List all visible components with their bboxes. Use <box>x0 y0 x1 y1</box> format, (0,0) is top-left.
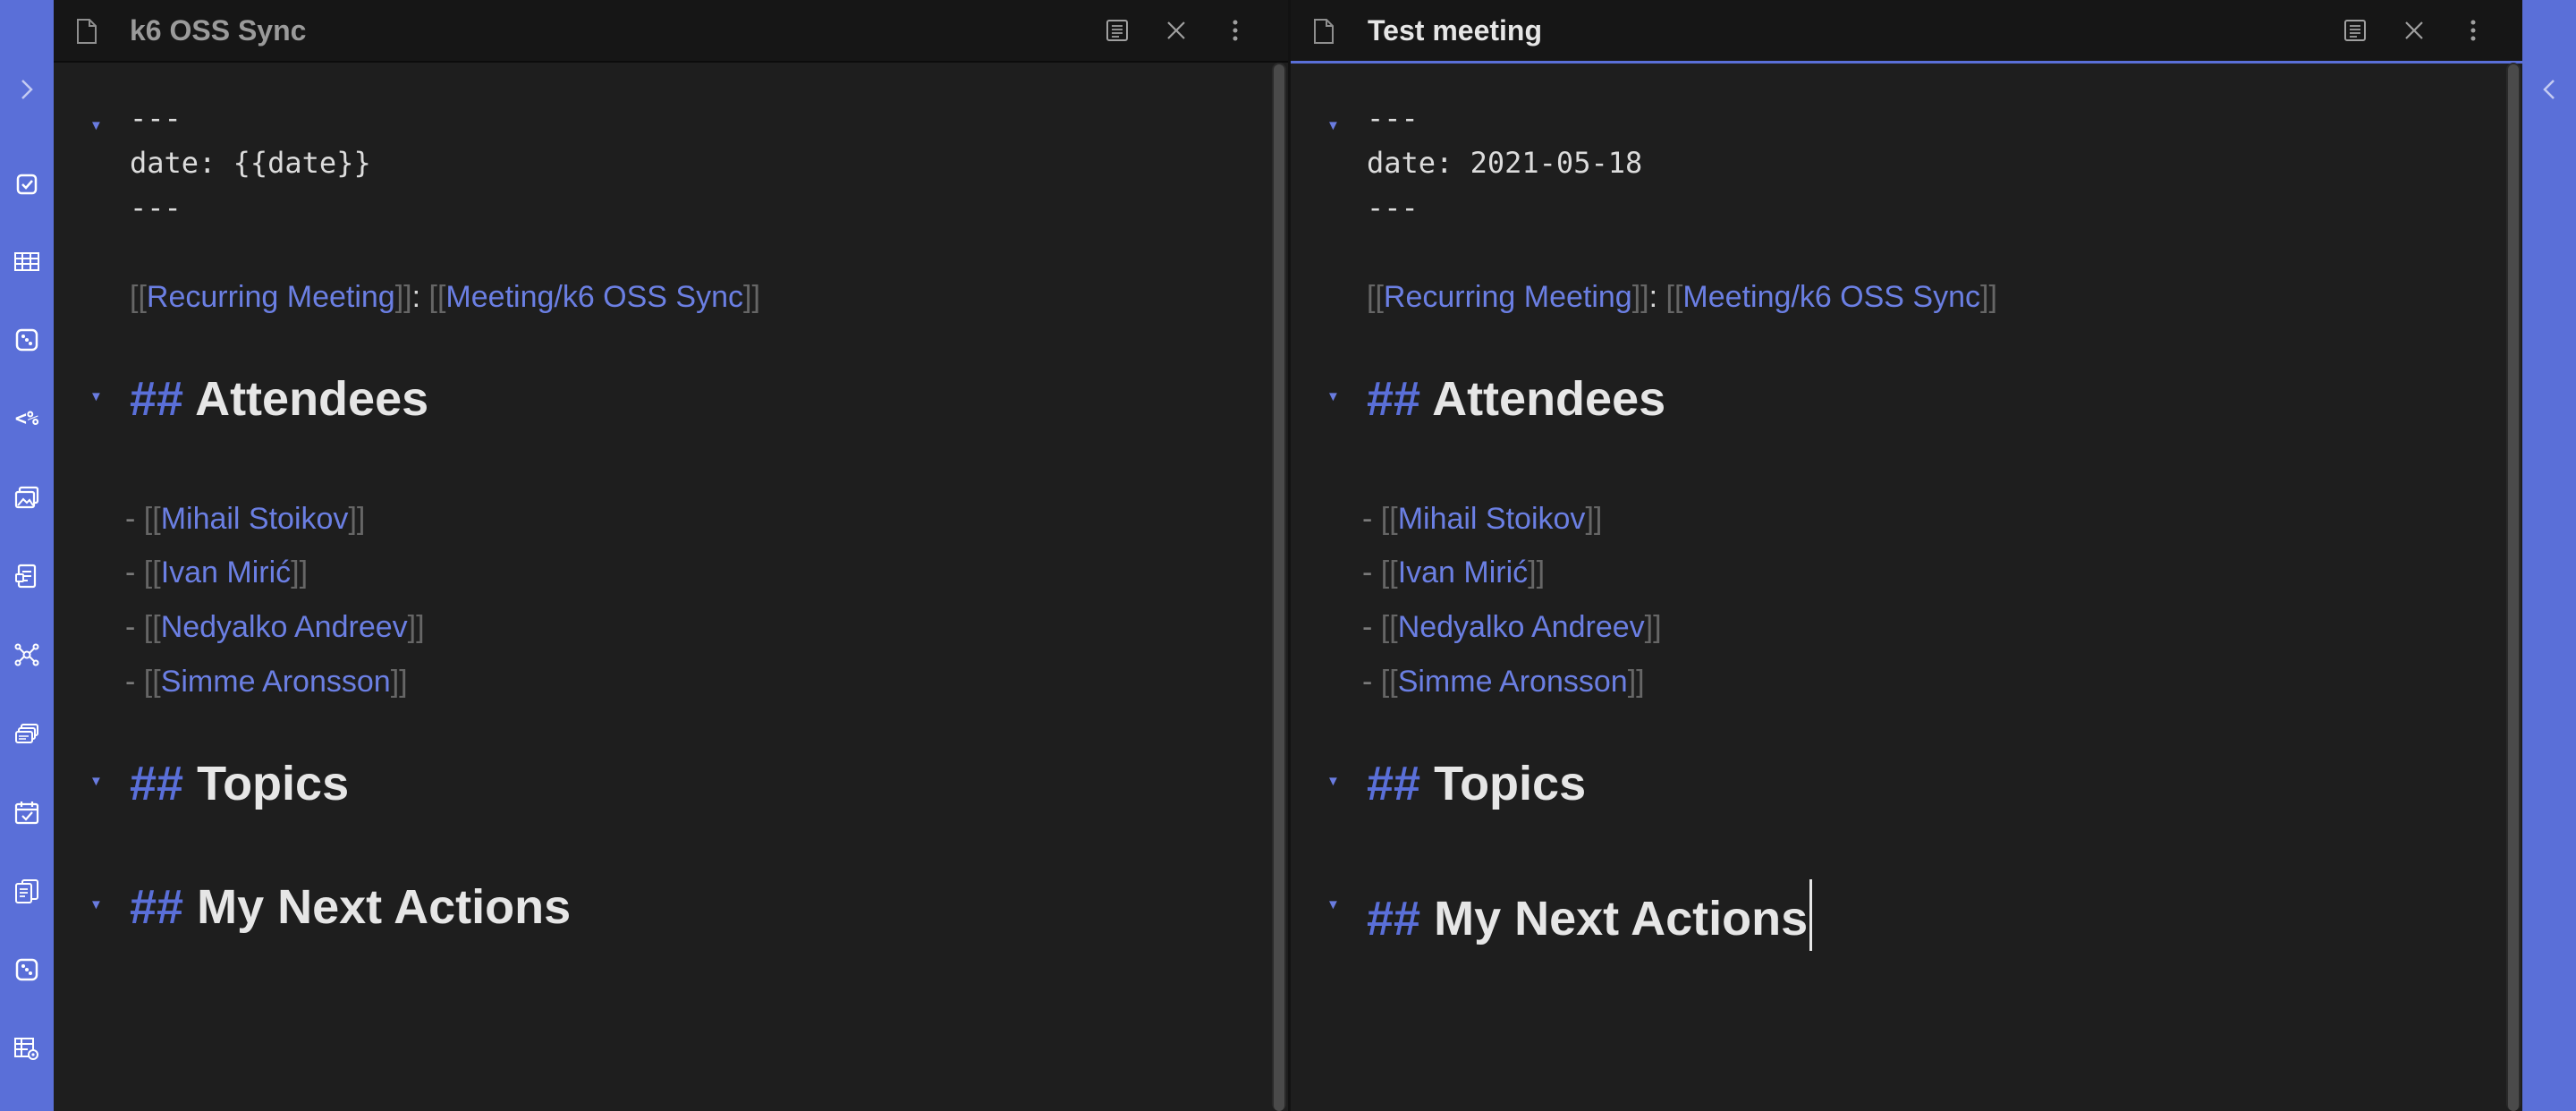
attendee-item: - [[Mihail Stoikov]] <box>1362 502 1603 536</box>
scrollbar-thumb[interactable] <box>1274 64 1284 1111</box>
close-icon[interactable] <box>1160 14 1192 47</box>
attendee-link[interactable]: Nedyalko Andreev <box>161 610 408 644</box>
editor-pane-right: Test meeting ▼ --- date: 2021-05-18 --- … <box>1291 0 2522 1111</box>
attendee-link[interactable]: Nedyalko Andreev <box>1398 610 1645 644</box>
frontmatter-open: --- <box>1367 101 1419 135</box>
fold-arrow-icon[interactable]: ▼ <box>89 897 103 912</box>
dice-icon[interactable] <box>11 954 43 986</box>
recurring-meeting-link[interactable]: Recurring Meeting <box>1384 280 1632 314</box>
attendee-item: - [[Simme Aronsson]] <box>125 665 408 699</box>
form-icon[interactable] <box>11 560 43 592</box>
attendee-link[interactable]: Simme Aronsson <box>1398 665 1628 699</box>
attendee-link[interactable]: Ivan Mirić <box>1398 556 1528 589</box>
chevron-right-icon[interactable] <box>0 63 54 116</box>
attendee-item: - [[Simme Aronsson]] <box>1362 665 1645 699</box>
next-actions-heading: ## My Next Actions <box>130 880 572 934</box>
attendees-heading: ## Attendees <box>1367 372 1666 426</box>
table-icon[interactable] <box>11 245 43 277</box>
attendee-item: - [[Nedyalko Andreev]] <box>1362 610 1662 644</box>
scrollbar[interactable] <box>2506 63 2521 1111</box>
topics-heading: ## Topics <box>130 757 350 810</box>
tab-header: k6 OSS Sync <box>54 0 1288 63</box>
frontmatter-open: --- <box>130 101 182 135</box>
gallery-icon[interactable] <box>11 481 43 513</box>
left-ribbon: <% <box>0 0 54 1111</box>
frontmatter-close: --- <box>130 191 182 225</box>
meta-links-line: [[Recurring Meeting]]: [[Meeting/k6 OSS … <box>1367 280 1997 314</box>
copy-document-icon[interactable] <box>11 875 43 907</box>
fold-arrow-icon[interactable]: ▼ <box>1326 389 1340 404</box>
reading-view-icon[interactable] <box>1101 14 1133 47</box>
fold-arrow-icon[interactable]: ▼ <box>89 774 103 789</box>
attendee-item: - [[Ivan Mirić]] <box>125 556 309 589</box>
meeting-series-link[interactable]: Meeting/k6 OSS Sync <box>445 280 743 314</box>
text-cursor <box>1809 879 1813 951</box>
topics-heading: ## Topics <box>1367 757 1587 810</box>
recurring-meeting-link[interactable]: Recurring Meeting <box>147 280 395 314</box>
graph-icon[interactable] <box>11 639 43 671</box>
close-icon[interactable] <box>2398 14 2430 47</box>
dice-icon[interactable] <box>11 324 43 356</box>
attendee-item: - [[Nedyalko Andreev]] <box>125 610 425 644</box>
chevron-left-icon[interactable] <box>2522 63 2576 116</box>
attendee-link[interactable]: Ivan Mirić <box>161 556 291 589</box>
attendee-link[interactable]: Mihail Stoikov <box>1398 502 1586 536</box>
fold-arrow-icon[interactable]: ▼ <box>1326 897 1340 912</box>
attendee-item: - [[Ivan Mirić]] <box>1362 556 1546 589</box>
tab-title[interactable]: k6 OSS Sync <box>130 14 306 47</box>
editor-content[interactable]: ▼ --- date: {{date}} --- [[Recurring Mee… <box>54 63 1288 1111</box>
attendee-item: - [[Mihail Stoikov]] <box>125 502 366 536</box>
meta-links-line: [[Recurring Meeting]]: [[Meeting/k6 OSS … <box>130 280 760 314</box>
fold-arrow-icon[interactable]: ▼ <box>1326 774 1340 789</box>
attendee-link[interactable]: Mihail Stoikov <box>161 502 349 536</box>
editor-content[interactable]: ▼ --- date: 2021-05-18 --- [[Recurring M… <box>1291 63 2522 1111</box>
tab-header: Test meeting <box>1291 0 2522 64</box>
table-settings-icon[interactable] <box>11 1032 43 1064</box>
templater-icon[interactable]: <% <box>11 403 43 435</box>
fold-arrow-icon[interactable]: ▼ <box>89 118 103 133</box>
more-options-icon[interactable] <box>2457 14 2489 47</box>
frontmatter-date: date: {{date}} <box>130 146 371 180</box>
calendar-check-icon[interactable] <box>11 796 43 828</box>
attendees-heading: ## Attendees <box>130 372 429 426</box>
cards-icon[interactable] <box>11 717 43 750</box>
tab-title[interactable]: Test meeting <box>1368 14 1542 47</box>
file-icon <box>1312 18 1335 45</box>
scrollbar[interactable] <box>1272 63 1286 1111</box>
scrollbar-thumb[interactable] <box>2508 64 2519 1111</box>
frontmatter-close: --- <box>1367 191 1419 225</box>
meeting-series-link[interactable]: Meeting/k6 OSS Sync <box>1682 280 1980 314</box>
attendee-link[interactable]: Simme Aronsson <box>161 665 391 699</box>
right-ribbon <box>2522 0 2576 1111</box>
more-options-icon[interactable] <box>1219 14 1251 47</box>
file-icon <box>75 18 98 45</box>
fold-arrow-icon[interactable]: ▼ <box>89 389 103 404</box>
frontmatter-date: date: 2021-05-18 <box>1367 146 1643 180</box>
fold-arrow-icon[interactable]: ▼ <box>1326 118 1340 133</box>
reading-view-icon[interactable] <box>2339 14 2371 47</box>
checkbox-icon[interactable] <box>11 168 43 200</box>
next-actions-heading: ## My Next Actions <box>1367 879 1813 951</box>
editor-pane-left: k6 OSS Sync ▼ --- date: {{date}} --- [[R… <box>54 0 1288 1111</box>
